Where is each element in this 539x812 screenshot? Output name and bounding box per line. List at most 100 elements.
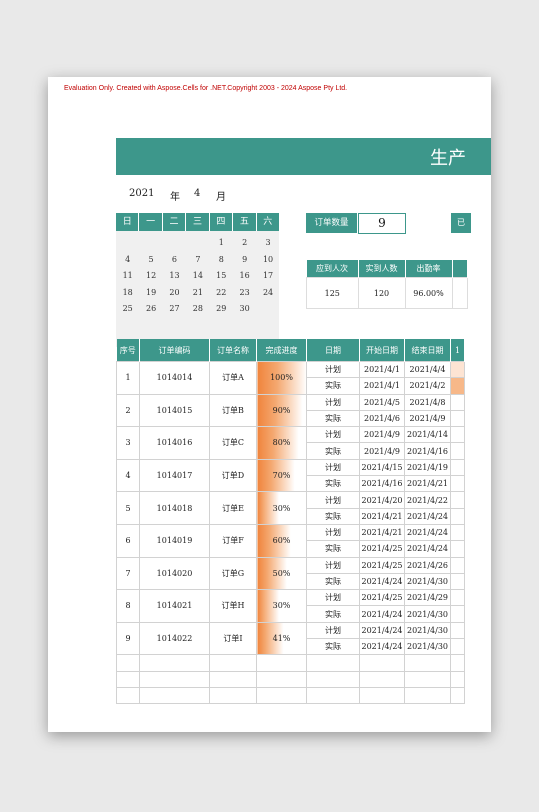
order-number: 9 — [116, 621, 140, 656]
progress-cell: 70% — [256, 458, 307, 493]
plan-end-date: 2021/4/14 — [404, 426, 451, 444]
gantt-cell — [450, 426, 465, 444]
month-label: 月 — [216, 192, 226, 203]
empty-cell — [139, 654, 210, 672]
actual-start-date: 2021/4/9 — [359, 442, 405, 460]
empty-cell — [256, 670, 307, 688]
plan-label: 计划 — [306, 621, 360, 640]
actual-end-date: 2021/4/2 — [404, 377, 451, 395]
calendar-day: 26 — [145, 304, 157, 314]
actual-label: 实际 — [306, 507, 360, 525]
actual-end-date: 2021/4/30 — [404, 638, 451, 656]
actual-start-date: 2021/4/6 — [359, 409, 405, 428]
table-row: 9 1014022 订单I 41% 计划 2021/4/24 2021/4/30 — [116, 621, 465, 656]
gantt-cell — [450, 605, 465, 623]
order-code: 1014019 — [139, 523, 210, 558]
empty-cell — [209, 670, 257, 688]
actual-end-date: 2021/4/24 — [404, 540, 451, 558]
empty-cell — [139, 670, 210, 688]
empty-cell — [116, 686, 140, 705]
order-number: 2 — [116, 393, 140, 428]
weekday-6: 六 — [256, 213, 279, 231]
actual-end-date: 2021/4/30 — [404, 605, 451, 623]
order-name: 订单I — [209, 621, 257, 656]
progress-cell: 41% — [256, 621, 307, 656]
calendar-day: 23 — [239, 287, 250, 297]
order-name: 订单A — [209, 361, 257, 395]
calendar-day: 20 — [169, 287, 180, 297]
empty-cell — [209, 654, 257, 672]
empty-cell — [256, 686, 307, 705]
year-value: 2021 — [129, 188, 155, 199]
gantt-cell — [450, 556, 465, 574]
empty-row — [116, 686, 465, 705]
empty-cell — [450, 654, 465, 672]
actual-label: 实际 — [306, 638, 360, 656]
calendar-day: 8 — [218, 254, 224, 264]
empty-cell — [359, 670, 405, 688]
calendar-day-grid: 1 2 3 4 5 6 7 8 9 10 11 12 13 14 15 16 17 18 19 20 21 22 23 24 2… — [116, 235, 280, 318]
calendar-day: 22 — [216, 287, 227, 297]
actual-start-date: 2021/4/25 — [359, 540, 405, 558]
calendar-day: 14 — [192, 271, 203, 281]
calendar-day: 15 — [216, 271, 227, 281]
calendar-day: 19 — [145, 287, 157, 297]
calendar-day: 10 — [262, 254, 274, 264]
calendar-day — [139, 235, 162, 252]
plan-end-date: 2021/4/26 — [404, 556, 451, 574]
production-schedule-table: 序号 订单编码 订单名称 完成进度 日期 开始日期 结束日期 1 1 1014014 订单A 100… — [116, 339, 465, 705]
calendar-day: 3 — [265, 238, 271, 247]
order-name: 订单H — [209, 589, 257, 623]
gantt-cell — [450, 621, 465, 640]
plan-start-date: 2021/4/5 — [359, 393, 405, 411]
actual-start-date: 2021/4/24 — [359, 605, 405, 623]
order-code: 1014014 — [139, 361, 210, 395]
gantt-cell — [450, 360, 465, 379]
actual-end-date: 2021/4/16 — [404, 442, 451, 460]
order-code: 1014017 — [139, 458, 210, 493]
plan-label: 计划 — [306, 426, 360, 444]
table-row: 8 1014021 订单H 30% 计划 2021/4/25 2021/4/29 — [116, 589, 465, 623]
plan-label: 计划 — [306, 393, 360, 411]
calendar-day — [163, 235, 186, 252]
order-number: 4 — [116, 458, 140, 493]
actual-label: 实际 — [306, 409, 360, 428]
attendance-table: 应到人次 实到人数 出勤率 125 120 96.00% — [306, 260, 468, 309]
actual-label: 实际 — [306, 540, 360, 558]
table-row: 5 1014018 订单E 30% 计划 2021/4/20 2021/4/22 — [116, 491, 465, 525]
order-code: 1014015 — [139, 393, 210, 428]
plan-end-date: 2021/4/19 — [404, 458, 451, 477]
progress-cell: 100% — [256, 361, 307, 395]
plan-label: 计划 — [306, 360, 360, 379]
plan-end-date: 2021/4/8 — [404, 393, 451, 411]
actual-end-date: 2021/4/24 — [404, 507, 451, 525]
order-code: 1014021 — [139, 589, 210, 623]
table-row: 2 1014015 订单B 90% 计划 2021/4/5 2021/4/8 — [116, 393, 465, 428]
attendance-expected: 125 — [306, 277, 359, 309]
plan-end-date: 2021/4/4 — [404, 360, 451, 379]
order-number: 1 — [116, 361, 140, 395]
gantt-cell — [450, 475, 465, 493]
gantt-cell — [450, 589, 465, 607]
plan-start-date: 2021/4/25 — [359, 556, 405, 574]
calendar-day: 28 — [192, 304, 203, 314]
order-code: 1014018 — [139, 491, 210, 525]
column-header-4: 日期 — [306, 339, 360, 362]
empty-row — [116, 654, 465, 672]
empty-cell — [306, 670, 360, 688]
plan-label: 计划 — [306, 589, 360, 607]
attendance-cut-cell — [451, 277, 468, 309]
progress-cell: 30% — [256, 491, 307, 525]
plan-end-date: 2021/4/30 — [404, 621, 451, 640]
order-code: 1014016 — [139, 426, 210, 460]
calendar-day: 25 — [122, 304, 133, 314]
actual-end-date: 2021/4/21 — [404, 475, 451, 493]
column-header-6: 结束日期 — [404, 339, 451, 362]
calendar-day — [116, 235, 139, 252]
plan-label: 计划 — [306, 491, 360, 509]
actual-end-date: 2021/4/30 — [404, 572, 451, 591]
empty-cell — [139, 686, 210, 705]
plan-start-date: 2021/4/25 — [359, 589, 405, 607]
order-name: 订单B — [209, 393, 257, 428]
attendance-header-actual: 实到人数 — [358, 260, 406, 278]
